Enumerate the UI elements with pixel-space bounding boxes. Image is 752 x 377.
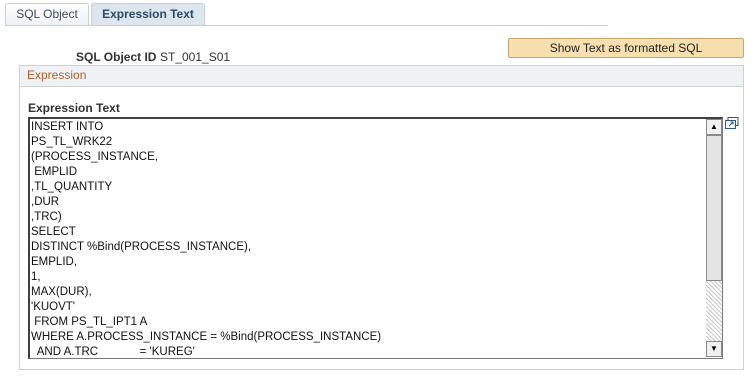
scroll-track[interactable] [706,281,722,341]
scroll-thumb[interactable] [706,135,722,281]
show-formatted-sql-button[interactable]: Show Text as formatted SQL [508,38,744,58]
tab-bar: SQL Object Expression Text [0,0,752,28]
sql-object-id-label: SQL Object ID [76,50,157,64]
expression-group-title: Expression [27,68,87,82]
expression-text-content[interactable]: INSERT INTO PS_TL_WRK22 (PROCESS_INSTANC… [31,120,703,356]
expression-text-area[interactable]: INSERT INTO PS_TL_WRK22 (PROCESS_INSTANC… [28,117,723,359]
expand-field-icon[interactable] [725,117,739,129]
expression-text-label: Expression Text [28,101,120,115]
scroll-up-arrow-icon[interactable]: ▲ [706,119,722,135]
tab-sql-object[interactable]: SQL Object [5,3,89,25]
expression-group-header: Expression [20,66,743,87]
vertical-scrollbar[interactable]: ▲ ▼ [706,119,722,357]
tab-underline [5,25,608,26]
sql-object-id-value: ST_001_S01 [160,50,231,64]
tab-expression-text[interactable]: Expression Text [91,3,205,25]
scroll-down-arrow-icon[interactable]: ▼ [706,341,722,357]
